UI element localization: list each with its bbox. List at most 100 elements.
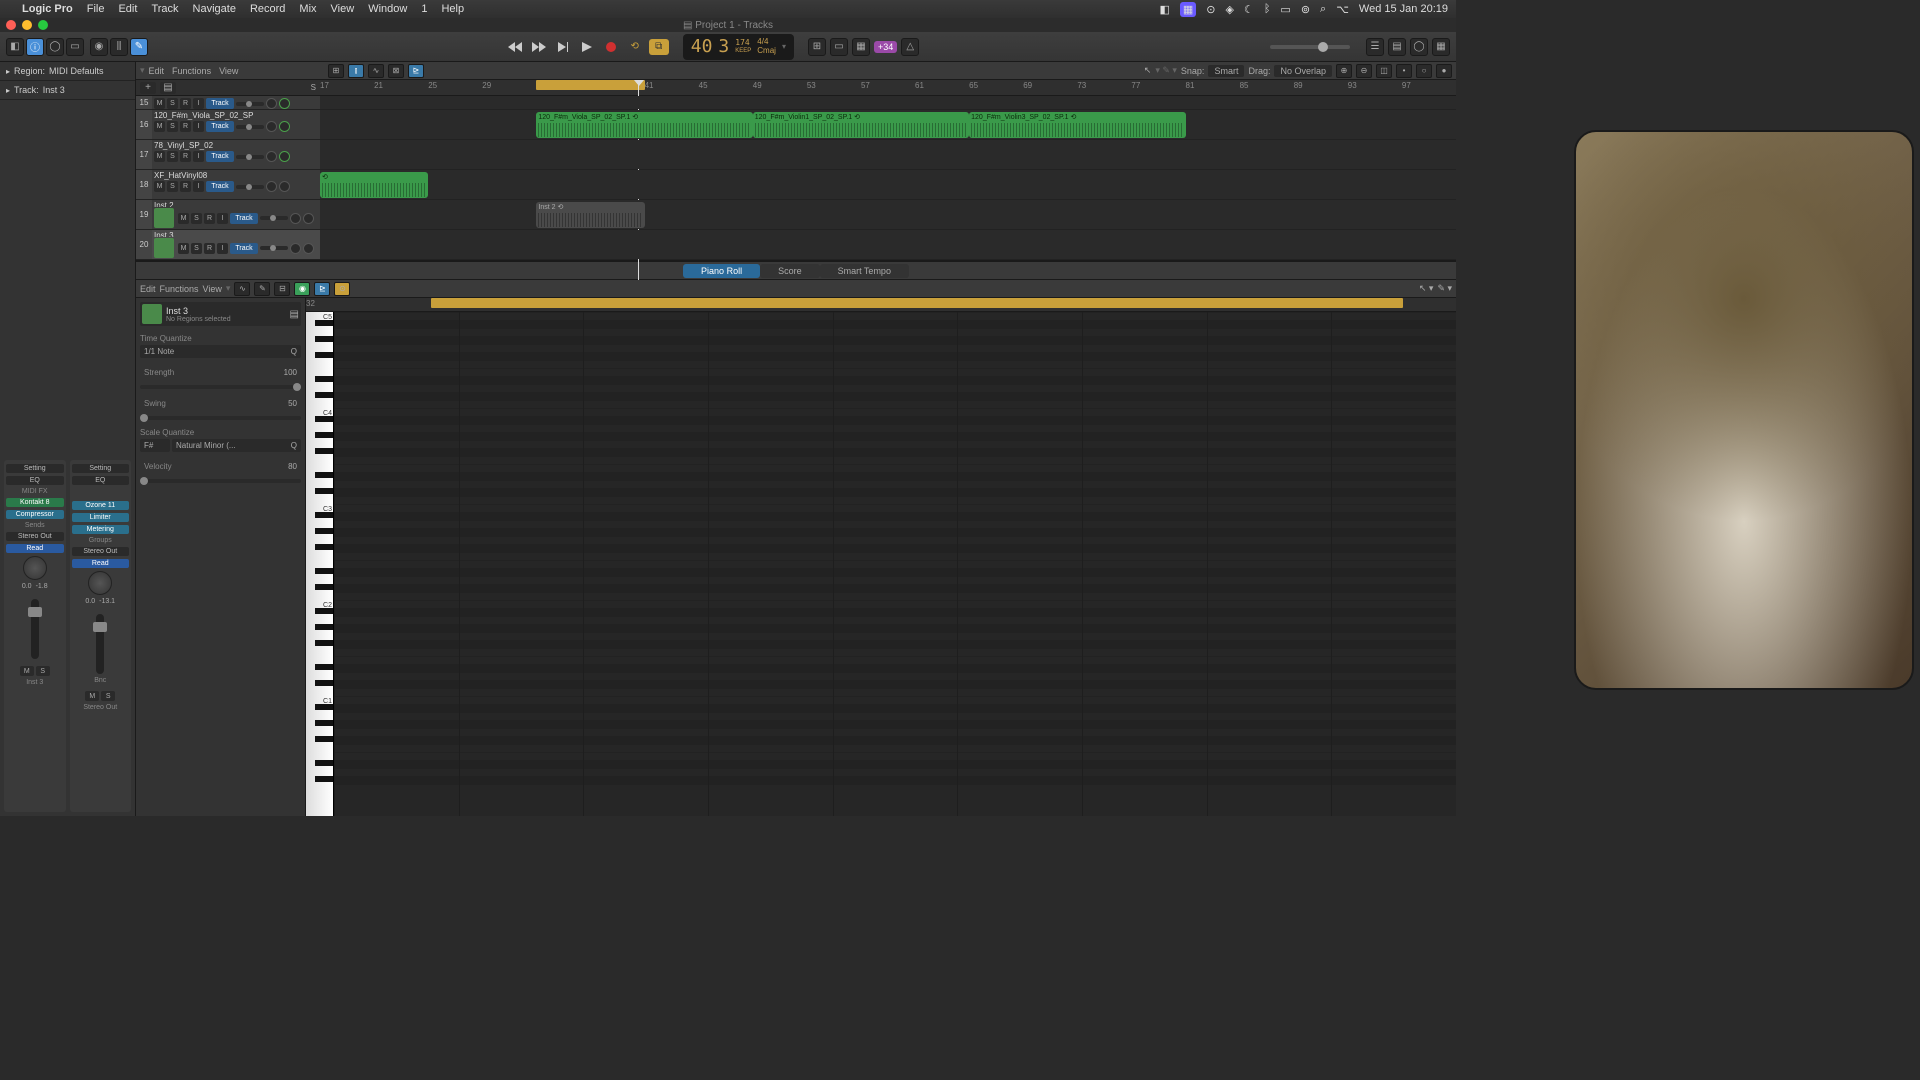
pencil-tool-icon[interactable]: ▾ ✎ ▾ [1155, 65, 1177, 76]
black-key[interactable] [315, 448, 333, 454]
disclosure-button[interactable]: ▤ [160, 82, 176, 94]
black-key[interactable] [315, 392, 333, 398]
functions-menu[interactable]: Functions [172, 66, 211, 76]
m-button[interactable]: M [154, 98, 165, 109]
record-enable-button[interactable] [303, 213, 314, 224]
black-key[interactable] [315, 528, 333, 534]
battery-icon[interactable]: ▭ [1280, 3, 1290, 16]
link-button[interactable]: ⊵ [314, 282, 330, 296]
track-lane[interactable] [320, 96, 1456, 109]
m-button[interactable]: M [178, 213, 189, 224]
track-lane[interactable]: 120_F#m_Viola_SP_02_SP.1 ⟲120_F#m_Violin… [320, 110, 1456, 139]
notes-button[interactable]: ▤ [1388, 38, 1406, 56]
track-header[interactable]: XF_HatVinyl08MSRITrack [152, 170, 320, 199]
track-row[interactable]: 15MSRITrack [136, 96, 1456, 110]
wifi-icon[interactable]: ⊙ [1206, 3, 1215, 16]
cycle-region[interactable] [536, 80, 644, 90]
count-in-button[interactable]: ▦ [852, 38, 870, 56]
input-monitoring-button[interactable] [290, 243, 301, 254]
i-button[interactable]: I [217, 213, 228, 224]
close-icon[interactable] [6, 20, 16, 30]
pan-slider[interactable] [260, 216, 288, 220]
s-button[interactable]: S [167, 121, 178, 132]
input-monitoring-button[interactable] [266, 181, 277, 192]
catch-button[interactable]: ⊙ [334, 282, 350, 296]
stop-button[interactable] [553, 39, 573, 55]
black-key[interactable] [315, 640, 333, 646]
input-monitoring-button[interactable] [266, 98, 277, 109]
forward-button[interactable] [529, 39, 549, 55]
disclosure-button[interactable]: ▤ [290, 309, 299, 320]
scale-type-dropdown[interactable]: Natural Minor (...Q [172, 439, 301, 452]
volume-fader[interactable] [96, 614, 104, 674]
add-track-button[interactable]: + [140, 82, 156, 94]
track-lane[interactable] [320, 140, 1456, 169]
track-header[interactable]: Inst 2MSRITrack [152, 200, 320, 229]
track-mode-button[interactable]: Track [206, 98, 234, 109]
moon-icon[interactable]: ☾ [1244, 3, 1254, 16]
black-key[interactable] [315, 472, 333, 478]
view-menu[interactable]: View [203, 284, 222, 294]
flex-button[interactable]: ∿ [368, 64, 384, 78]
automation-slot[interactable]: Read [72, 559, 130, 568]
velocity-slider[interactable] [140, 479, 301, 483]
pan-slider[interactable] [260, 246, 288, 250]
master-volume-slider[interactable] [1270, 45, 1350, 49]
output-slot[interactable]: Stereo Out [6, 532, 64, 541]
zoom-button[interactable]: ◫ [1376, 64, 1392, 78]
mute-button[interactable]: M [20, 666, 34, 676]
track-header[interactable]: 78_Vinyl_SP_02MSRITrack [152, 140, 320, 169]
black-key[interactable] [315, 760, 333, 766]
browser-button[interactable]: ▦ [1432, 38, 1450, 56]
region[interactable]: 120_F#m_Viola_SP_02_SP.1 ⟲ [536, 112, 752, 138]
track-row[interactable]: 19Inst 2MSRITrackInst 2 ⟲ [136, 200, 1456, 230]
eq-slot[interactable]: EQ [6, 476, 64, 485]
region[interactable]: 120_F#m_Violin3_SP_02_SP.1 ⟲ [969, 112, 1185, 138]
input-monitoring-button[interactable] [266, 121, 277, 132]
s-button[interactable]: S [167, 151, 178, 162]
r-button[interactable]: R [204, 213, 215, 224]
mixer-button[interactable]: ⫼ [110, 38, 128, 56]
tab-piano-roll[interactable]: Piano Roll [683, 264, 760, 278]
piano-roll-ruler[interactable]: 323334353637383940 [306, 298, 1456, 312]
zoom-button[interactable]: • [1396, 64, 1412, 78]
time-quantize-dropdown[interactable]: 1/1 NoteQ [140, 345, 301, 358]
menu-view[interactable]: View [331, 3, 355, 15]
input-monitoring-button[interactable] [290, 213, 301, 224]
i-button[interactable]: I [193, 181, 204, 192]
audio-fx-slot[interactable]: Metering [72, 525, 130, 534]
black-key[interactable] [315, 352, 333, 358]
solo-button[interactable]: S [101, 691, 115, 701]
cycle-region[interactable] [431, 298, 1403, 308]
track-mode-button[interactable]: Track [230, 213, 258, 224]
tab-score[interactable]: Score [760, 264, 820, 278]
black-key[interactable] [315, 664, 333, 670]
menu-record[interactable]: Record [250, 3, 285, 15]
loops-button[interactable]: ◯ [1410, 38, 1428, 56]
play-button[interactable] [577, 39, 597, 55]
bluetooth-icon[interactable]: ᛒ [1264, 3, 1271, 15]
audio-fx-slot[interactable]: Limiter [72, 513, 130, 522]
black-key[interactable] [315, 736, 333, 742]
black-key[interactable] [315, 624, 333, 630]
pointer-tool-icon[interactable]: ↖ ▾ [1419, 283, 1434, 294]
instrument-slot[interactable]: Kontakt 8 [6, 498, 64, 507]
record-enable-button[interactable] [279, 181, 290, 192]
black-key[interactable] [315, 376, 333, 382]
region[interactable]: 120_F#m_Violin1_SP_02_SP.1 ⟲ [753, 112, 969, 138]
editors-button[interactable]: ✎ [130, 38, 148, 56]
pan-slider[interactable] [236, 155, 264, 159]
pencil-button[interactable]: ✎ [254, 282, 270, 296]
latency-pill[interactable]: +34 [874, 41, 897, 53]
input-monitoring-button[interactable] [266, 151, 277, 162]
m-button[interactable]: M [154, 181, 165, 192]
menu-track[interactable]: Track [151, 3, 178, 15]
inspector-button[interactable]: ⓘ [26, 38, 44, 56]
tuner-button[interactable]: ⊞ [808, 38, 826, 56]
i-button[interactable]: I [193, 98, 204, 109]
menu-navigate[interactable]: Navigate [193, 3, 236, 15]
m-button[interactable]: M [154, 121, 165, 132]
track-mode-button[interactable]: Track [206, 151, 234, 162]
link-button[interactable]: ⊠ [388, 64, 404, 78]
tab-smart-tempo[interactable]: Smart Tempo [820, 264, 909, 278]
